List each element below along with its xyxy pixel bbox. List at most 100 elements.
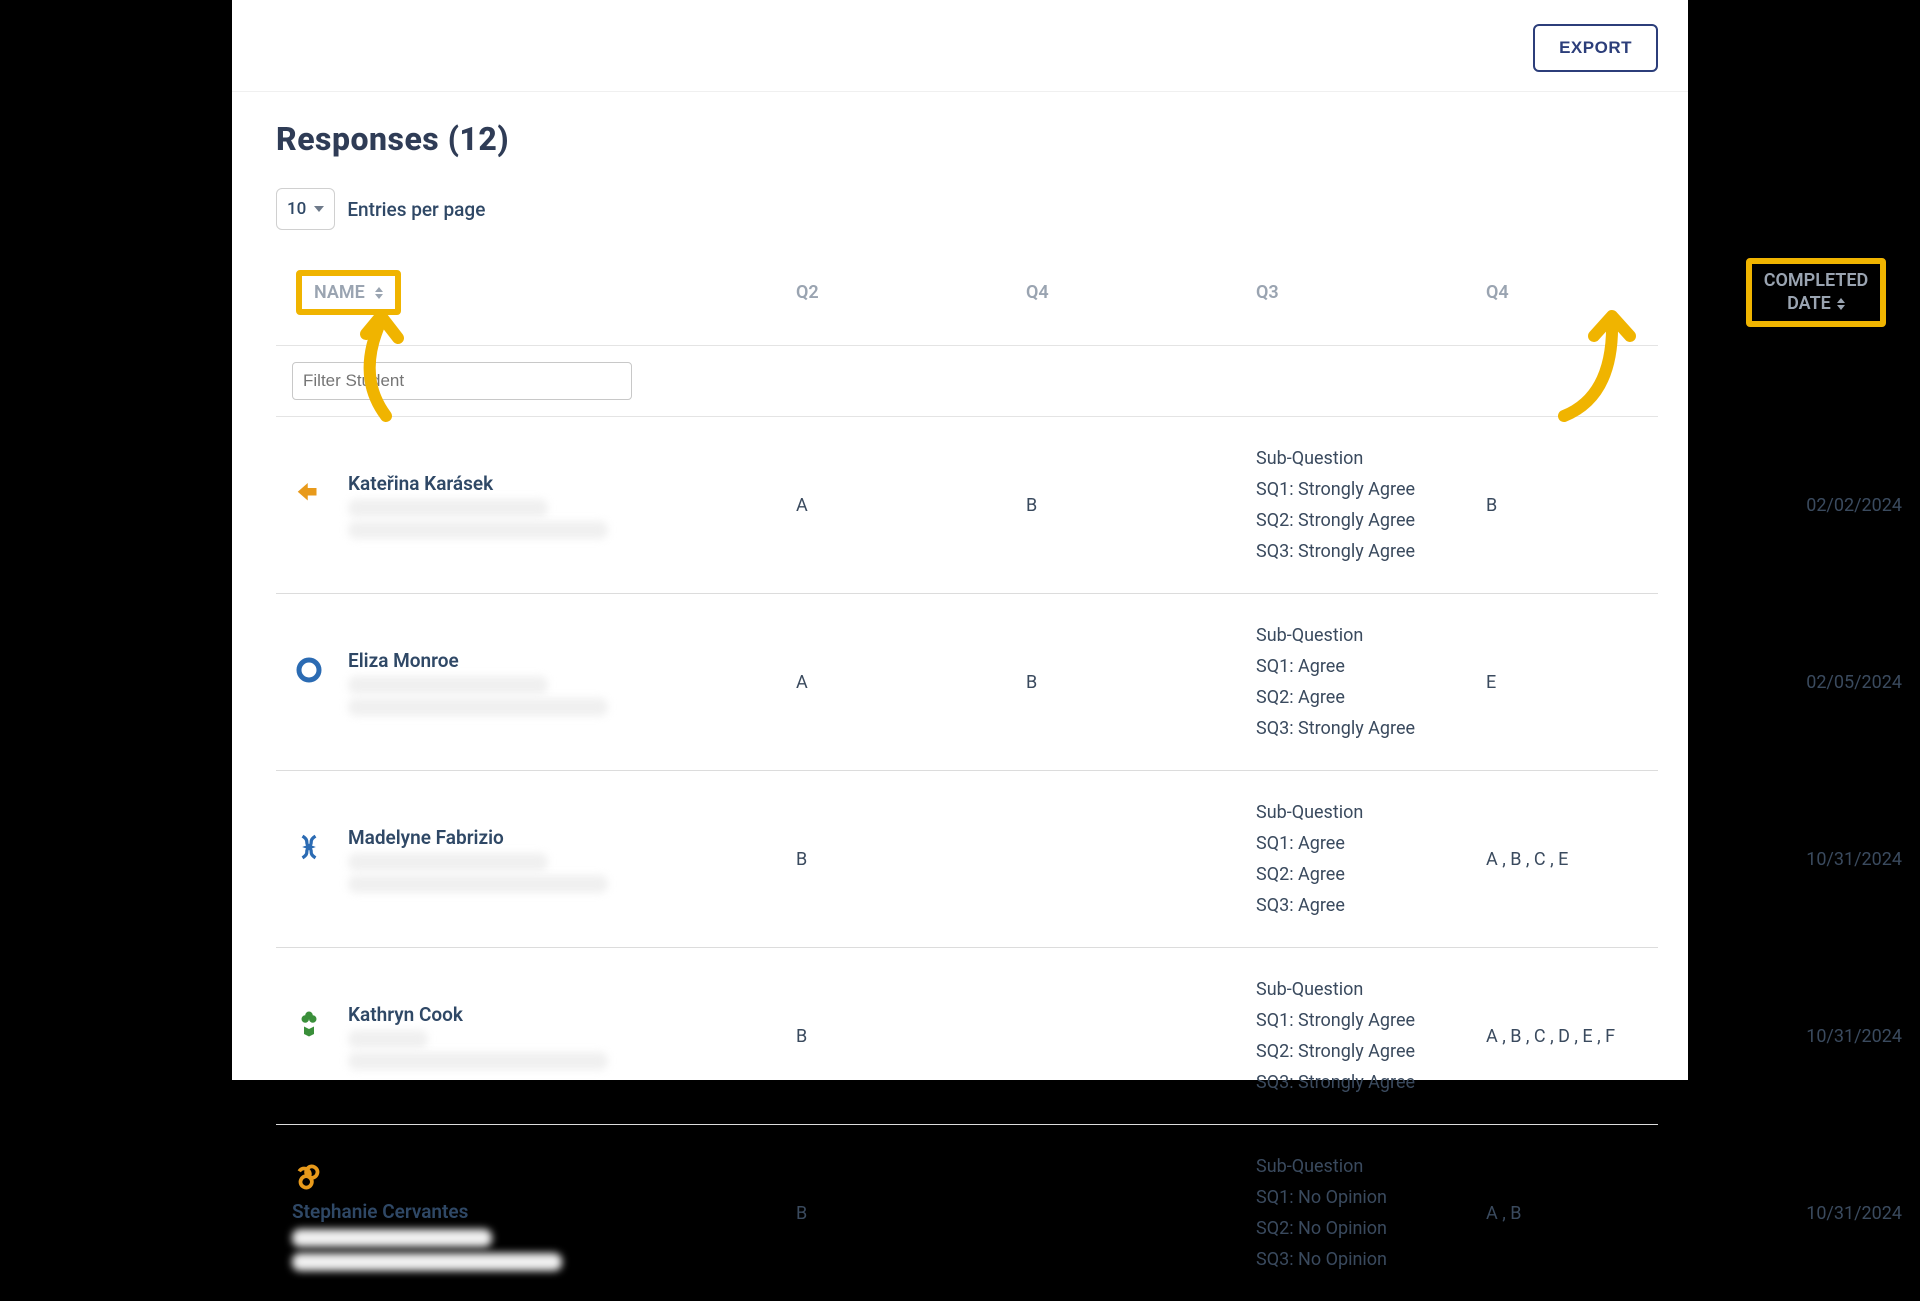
avatar-icon: [292, 653, 326, 687]
column-q2[interactable]: Q2: [796, 282, 1026, 303]
column-q2-label: Q2: [796, 282, 819, 303]
q3-cell: Sub-Question SQ1: Agree SQ2: Agree SQ3: …: [1256, 622, 1486, 742]
redacted-text: [292, 1229, 492, 1247]
avatar-icon: [292, 1007, 326, 1041]
name-cell: Stephanie Cervantes: [276, 1156, 796, 1271]
column-q4-a[interactable]: Q4: [1026, 282, 1256, 303]
entries-per-page-value: 10: [287, 199, 306, 219]
redacted-text: [348, 875, 608, 893]
q4a-cell: B: [1026, 495, 1256, 516]
table-row: Madelyne Fabrizio B Sub-Question SQ1: Ag…: [276, 771, 1658, 948]
table-row: Kathryn Cook B Sub-Question SQ1: Strongl…: [276, 948, 1658, 1125]
chevron-down-icon: [314, 206, 324, 212]
q3-line: SQ1: Strongly Agree: [1256, 476, 1486, 503]
q3-cell: Sub-Question SQ1: Agree SQ2: Agree SQ3: …: [1256, 799, 1486, 919]
column-name-label: NAME: [314, 282, 365, 303]
q3-line: SQ2: Agree: [1256, 684, 1486, 711]
redacted-text: [348, 698, 608, 716]
sort-icon: [1837, 298, 1845, 310]
q4b-cell: B: [1486, 495, 1716, 516]
redacted-text: [292, 1253, 562, 1271]
entries-per-page-select[interactable]: 10: [276, 188, 335, 230]
filter-student-input[interactable]: [292, 362, 632, 400]
redacted-text: [348, 521, 608, 539]
column-q3-label: Q3: [1256, 282, 1279, 303]
q3-line: SQ2: Strongly Agree: [1256, 507, 1486, 534]
table-row: Kateřina Karásek A B Sub-Question SQ1: S…: [276, 417, 1658, 594]
student-name: Stephanie Cervantes: [292, 1200, 468, 1223]
q3-title: Sub-Question: [1256, 976, 1486, 1003]
q3-line: SQ2: Strongly Agree: [1256, 1038, 1486, 1065]
q3-cell: Sub-Question SQ1: No Opinion SQ2: No Opi…: [1256, 1153, 1486, 1273]
q2-cell: A: [796, 495, 1026, 516]
q4b-cell: A , B , C , D , E , F: [1486, 1026, 1716, 1047]
q3-line: SQ3: Strongly Agree: [1256, 1069, 1486, 1096]
column-completed-line2: DATE: [1787, 293, 1831, 316]
date-cell: 10/31/2024: [1716, 1203, 1916, 1224]
q3-line: SQ2: Agree: [1256, 861, 1486, 888]
q3-title: Sub-Question: [1256, 445, 1486, 472]
q3-cell: Sub-Question SQ1: Strongly Agree SQ2: St…: [1256, 976, 1486, 1096]
redacted-text: [348, 853, 548, 871]
name-cell: Eliza Monroe: [276, 649, 796, 716]
q4b-cell: A , B , C , E: [1486, 849, 1716, 870]
redacted-text: [348, 1030, 428, 1048]
column-q4b-label: Q4: [1486, 282, 1509, 303]
column-name[interactable]: NAME: [276, 270, 796, 315]
entries-per-page: 10 Entries per page: [276, 188, 1658, 230]
column-completed-line1: COMPLETED: [1764, 270, 1868, 293]
student-name: Kateřina Karásek: [348, 472, 608, 495]
annotation-highlight-name: NAME: [296, 270, 401, 315]
q3-title: Sub-Question: [1256, 799, 1486, 826]
q2-cell: B: [796, 1026, 1026, 1047]
q3-line: SQ1: No Opinion: [1256, 1184, 1486, 1211]
entries-per-page-label: Entries per page: [347, 198, 485, 221]
date-cell: 10/31/2024: [1716, 1026, 1916, 1047]
q3-line: SQ3: Strongly Agree: [1256, 715, 1486, 742]
column-q3[interactable]: Q3: [1256, 282, 1486, 303]
q3-line: SQ1: Agree: [1256, 653, 1486, 680]
q4a-cell: B: [1026, 672, 1256, 693]
name-cell: Madelyne Fabrizio: [276, 826, 796, 893]
table-row: Eliza Monroe A B Sub-Question SQ1: Agree…: [276, 594, 1658, 771]
table-header: NAME Q2 Q4 Q3 Q4 COMPLETED DATE: [276, 248, 1658, 346]
column-completed-date[interactable]: COMPLETED DATE: [1716, 258, 1916, 327]
top-bar: EXPORT: [232, 0, 1688, 92]
student-name: Kathryn Cook: [348, 1003, 608, 1026]
avatar-icon: [292, 476, 326, 510]
date-cell: 02/02/2024: [1716, 495, 1916, 516]
q3-line: SQ1: Agree: [1256, 830, 1486, 857]
export-button[interactable]: EXPORT: [1533, 24, 1658, 72]
filter-row: [276, 346, 1658, 417]
q4b-cell: A , B: [1486, 1203, 1716, 1224]
q3-line: SQ2: No Opinion: [1256, 1215, 1486, 1242]
student-name: Eliza Monroe: [348, 649, 608, 672]
avatar-icon: [292, 1160, 326, 1194]
table-row: Stephanie Cervantes B Sub-Question SQ1: …: [276, 1125, 1658, 1301]
q3-line: SQ3: Agree: [1256, 892, 1486, 919]
q4b-cell: E: [1486, 672, 1716, 693]
q2-cell: A: [796, 672, 1026, 693]
q3-line: SQ3: No Opinion: [1256, 1246, 1486, 1273]
q3-line: SQ1: Strongly Agree: [1256, 1007, 1486, 1034]
redacted-text: [348, 676, 548, 694]
redacted-text: [348, 1052, 608, 1070]
column-q4-b[interactable]: Q4: [1486, 282, 1716, 303]
name-cell: Kateřina Karásek: [276, 472, 796, 539]
date-cell: 10/31/2024: [1716, 849, 1916, 870]
name-cell: Kathryn Cook: [276, 1003, 796, 1070]
page-title: Responses (12): [276, 120, 1658, 158]
q3-title: Sub-Question: [1256, 1153, 1486, 1180]
q3-title: Sub-Question: [1256, 622, 1486, 649]
q2-cell: B: [796, 849, 1026, 870]
student-name: Madelyne Fabrizio: [348, 826, 608, 849]
responses-table: NAME Q2 Q4 Q3 Q4 COMPLETED DATE: [276, 248, 1658, 1301]
column-q4a-label: Q4: [1026, 282, 1049, 303]
avatar-icon: [292, 830, 326, 864]
q2-cell: B: [796, 1203, 1026, 1224]
date-cell: 02/05/2024: [1716, 672, 1916, 693]
sort-icon: [375, 287, 383, 299]
annotation-highlight-date: COMPLETED DATE: [1746, 258, 1886, 327]
q3-cell: Sub-Question SQ1: Strongly Agree SQ2: St…: [1256, 445, 1486, 565]
q3-line: SQ3: Strongly Agree: [1256, 538, 1486, 565]
